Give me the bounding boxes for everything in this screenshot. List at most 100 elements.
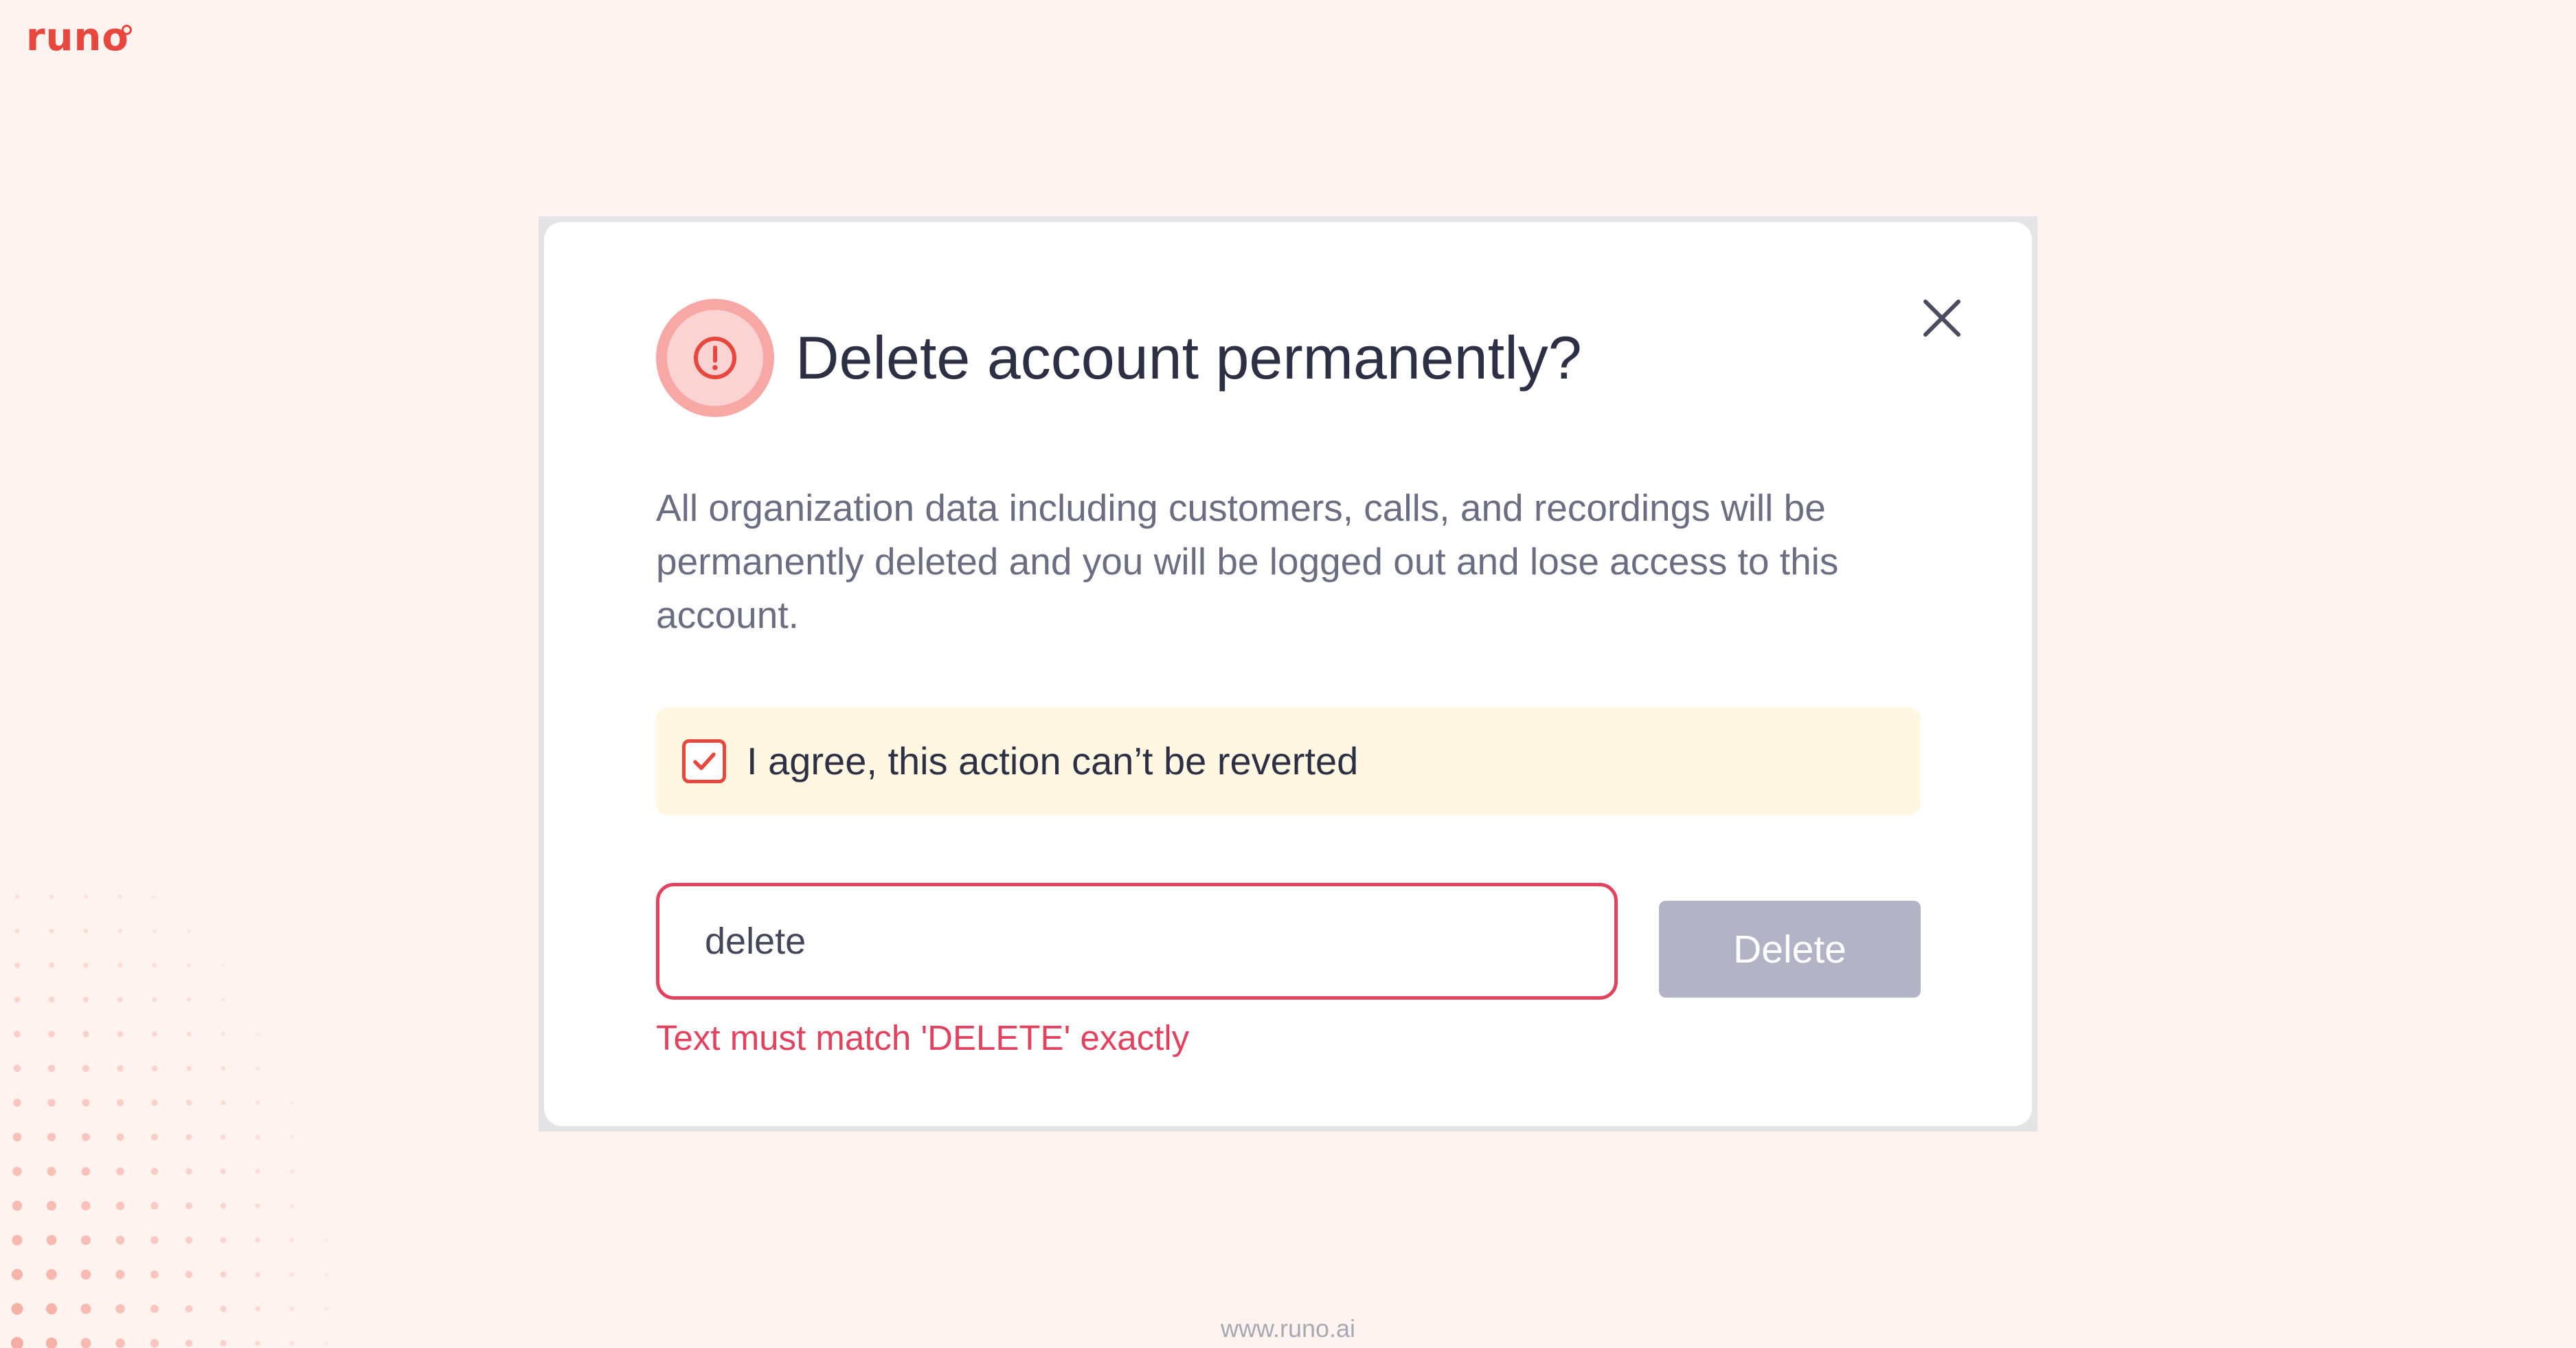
pattern-dot — [152, 997, 157, 1002]
pattern-dot — [115, 1201, 125, 1211]
pattern-dot — [11, 1303, 23, 1315]
pattern-dot — [80, 1269, 91, 1280]
pattern-dot — [290, 1135, 294, 1139]
agree-checkbox[interactable] — [682, 739, 726, 783]
pattern-dot — [48, 996, 55, 1003]
pattern-dot — [116, 1133, 124, 1141]
pattern-dot — [186, 1066, 192, 1071]
pattern-dot — [12, 1200, 23, 1211]
validation-error-message: Text must match 'DELETE' exactly — [656, 1018, 1190, 1057]
pattern-dot — [116, 1167, 124, 1176]
pattern-dot — [255, 1272, 260, 1277]
runo-logo: runo — [26, 14, 132, 62]
pattern-dot — [255, 1134, 260, 1140]
pattern-dot — [221, 998, 225, 1002]
dialog-title: Delete account permanently? — [795, 324, 1582, 392]
pattern-dot — [48, 1031, 55, 1037]
pattern-dot — [117, 997, 123, 1002]
pattern-dot — [256, 1032, 260, 1036]
pattern-dot — [220, 1202, 227, 1209]
pattern-dot — [185, 1236, 193, 1244]
dialog-backdrop-frame: Delete account permanently? All organiza… — [539, 216, 2037, 1132]
pattern-dot — [221, 1066, 226, 1071]
pattern-dot — [49, 963, 54, 968]
delete-button[interactable]: Delete — [1659, 901, 1921, 998]
pattern-dot — [115, 1235, 125, 1245]
pattern-dot — [220, 1237, 227, 1244]
pattern-dot — [45, 1303, 58, 1315]
pattern-dot — [49, 895, 54, 899]
pattern-dot — [152, 963, 157, 968]
close-icon[interactable] — [1922, 298, 1962, 338]
pattern-dot — [14, 928, 20, 934]
pattern-dot — [14, 1031, 21, 1037]
pattern-dot — [186, 997, 192, 1002]
pattern-dot — [14, 963, 20, 968]
pattern-dot — [185, 1202, 192, 1209]
pattern-dot — [47, 1099, 56, 1107]
agreement-banner: I agree, this action can’t be reverted — [656, 708, 1921, 815]
pattern-dot — [81, 1167, 91, 1176]
pattern-dot — [47, 1167, 56, 1176]
pattern-dot — [324, 1238, 328, 1242]
pattern-dot — [12, 1132, 22, 1142]
pattern-dot — [82, 1064, 90, 1072]
pattern-dot — [12, 1167, 22, 1176]
pattern-dot — [290, 1238, 294, 1242]
pattern-dot — [115, 1304, 125, 1314]
pattern-dot — [82, 1133, 90, 1141]
pattern-dot — [185, 1270, 193, 1279]
pattern-dot — [84, 895, 88, 899]
pattern-dot — [220, 1305, 227, 1312]
pattern-dot — [82, 1031, 89, 1037]
pattern-dot — [116, 1099, 124, 1107]
pattern-dot — [46, 1269, 57, 1280]
pattern-dot — [185, 1168, 192, 1175]
pattern-dot — [185, 1099, 192, 1106]
pattern-dot — [187, 963, 191, 967]
pattern-dot — [255, 1237, 260, 1243]
delete-confirm-input[interactable] — [656, 883, 1618, 1000]
pattern-dot — [12, 1235, 23, 1246]
pattern-dot — [117, 928, 123, 934]
pattern-dot — [46, 1235, 57, 1246]
pattern-dot — [324, 1307, 328, 1311]
exclamation-circle-icon — [694, 337, 736, 379]
pattern-dot — [117, 1031, 124, 1037]
pattern-dot — [83, 928, 89, 934]
pattern-dot — [255, 1169, 260, 1174]
pattern-dot — [187, 929, 191, 933]
pattern-dot — [82, 996, 89, 1003]
pattern-dot — [49, 928, 54, 934]
pattern-dot — [221, 1032, 225, 1036]
pattern-dot — [290, 1272, 294, 1277]
pattern-dot — [150, 1236, 159, 1244]
logo-text: runo — [26, 15, 129, 60]
pattern-dot — [150, 1202, 159, 1210]
footer-url: www.runo.ai — [1220, 1314, 1356, 1343]
agree-label[interactable]: I agree, this action can’t be reverted — [747, 734, 1358, 789]
pattern-dot — [221, 1134, 226, 1140]
delete-account-dialog: Delete account permanently? All organiza… — [544, 222, 2032, 1126]
pattern-dot — [256, 1101, 260, 1105]
pattern-dot — [220, 1271, 227, 1278]
dialog-description: All organization data including customer… — [656, 486, 1839, 636]
pattern-dot — [150, 1305, 159, 1313]
warning-badge-inner — [667, 310, 763, 406]
pattern-dot — [80, 1303, 91, 1314]
pattern-dot — [151, 1099, 158, 1106]
close-button[interactable] — [1914, 291, 1969, 346]
pattern-dot — [151, 1065, 158, 1072]
pattern-dot — [11, 1268, 23, 1281]
checkmark-icon — [693, 752, 716, 770]
pattern-dot — [150, 1167, 159, 1176]
pattern-dot — [152, 895, 157, 899]
warning-badge — [656, 299, 774, 417]
pattern-dot — [47, 1064, 56, 1072]
pattern-dot — [255, 1203, 260, 1209]
pattern-dot — [221, 963, 225, 967]
pattern-dot — [290, 1204, 294, 1208]
pattern-dot — [14, 894, 20, 899]
pattern-dot — [152, 1031, 157, 1037]
pattern-dot — [81, 1235, 91, 1245]
